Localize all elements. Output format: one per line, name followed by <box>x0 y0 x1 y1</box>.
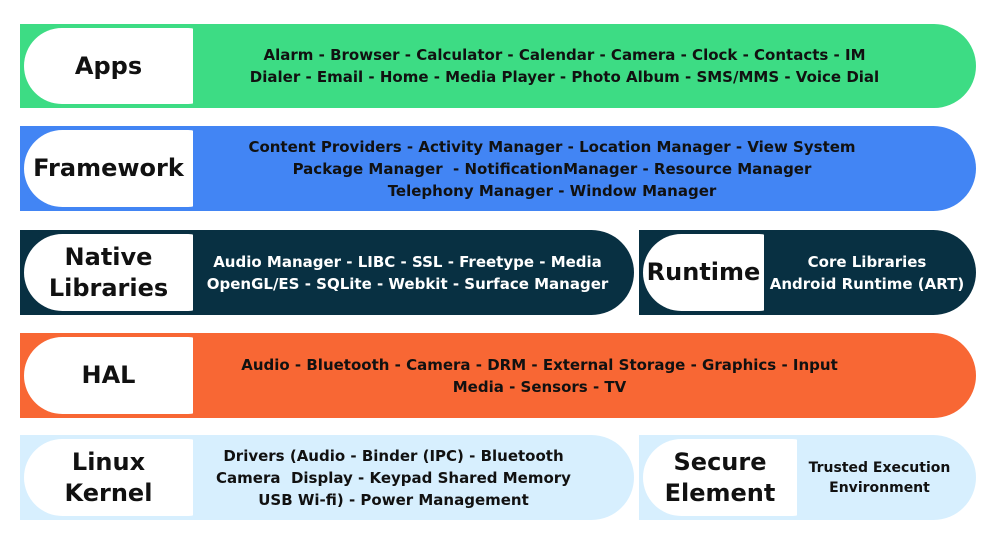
component-line: Media - Sensors - TV <box>452 377 627 396</box>
layer-label: Runtime <box>639 230 764 315</box>
component-line: Audio Manager - LIBC - SSL - Freetype - … <box>213 252 602 271</box>
layer-components: Content Providers - Activity Manager - L… <box>193 126 976 211</box>
component-line: Audio - Bluetooth - Camera - DRM - Exter… <box>241 355 838 374</box>
layer-components: Alarm - Browser - Calculator - Calendar … <box>193 24 976 108</box>
layer-label: Framework <box>20 126 193 211</box>
layer-linux-kernel: Linux Kernel Drivers (Audio - Binder (IP… <box>20 435 634 520</box>
layer-runtime: Runtime Core Libraries Android Runtime (… <box>639 230 976 315</box>
component-line: Package Manager - NotificationManager - … <box>292 159 812 178</box>
component-line: Android Runtime (ART) <box>769 274 965 293</box>
layer-hal: HAL Audio - Bluetooth - Camera - DRM - E… <box>20 333 976 418</box>
layer-label: Apps <box>20 24 193 108</box>
layer-components: Drivers (Audio - Binder (IPC) - Bluetoot… <box>193 435 634 520</box>
layer-components: Audio Manager - LIBC - SSL - Freetype - … <box>193 230 634 315</box>
component-line: Drivers (Audio - Binder (IPC) - Bluetoot… <box>223 446 564 465</box>
layer-label: HAL <box>20 333 193 418</box>
component-line: USB Wi-fi) - Power Management <box>258 490 529 509</box>
layer-components: Core Libraries Android Runtime (ART) <box>764 230 976 315</box>
layer-label: Native Libraries <box>20 230 193 315</box>
layer-label: Secure Element <box>639 435 797 520</box>
layer-apps: Apps Alarm - Browser - Calculator - Cale… <box>20 24 976 108</box>
layer-components: Audio - Bluetooth - Camera - DRM - Exter… <box>193 333 976 418</box>
component-line: Telephony Manager - Window Manager <box>387 181 717 200</box>
component-line: Alarm - Browser - Calculator - Calendar … <box>263 46 866 64</box>
layer-components: Trusted Execution Environment <box>797 435 976 520</box>
component-line: Dialer - Email - Home - Media Player - P… <box>249 68 880 86</box>
layer-native-libraries: Native Libraries Audio Manager - LIBC - … <box>20 230 634 315</box>
component-line: Camera Display - Keypad Shared Memory <box>216 468 571 487</box>
layer-label: Linux Kernel <box>20 435 193 520</box>
layer-framework: Framework Content Providers - Activity M… <box>20 126 976 211</box>
component-line: Core Libraries <box>807 252 927 271</box>
component-line: Trusted Execution <box>808 459 951 476</box>
component-line: Environment <box>829 479 930 496</box>
component-line: OpenGL/ES - SQLite - Webkit - Surface Ma… <box>206 274 609 293</box>
component-line: Content Providers - Activity Manager - L… <box>248 137 856 156</box>
layer-secure-element: Secure Element Trusted Execution Environ… <box>639 435 976 520</box>
